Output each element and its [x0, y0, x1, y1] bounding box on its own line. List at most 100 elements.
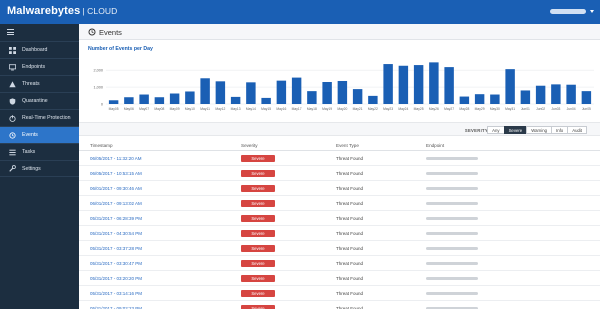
timestamp-link[interactable]: 06/05/2017 - 11:32:20 AM: [90, 156, 141, 161]
x-tick-label: Jun05: [582, 107, 591, 111]
timestamp-link[interactable]: 05/31/2017 - 06:28:39 PM: [90, 216, 142, 221]
timestamp-link[interactable]: 06/05/2017 - 10:53:15 AM: [90, 171, 142, 176]
event-type: Threat Found: [336, 245, 364, 251]
chart-bar[interactable]: [322, 82, 332, 104]
table-row[interactable]: 06/05/2017 - 11:32:20 AM Severe Threat Fou…: [79, 151, 600, 166]
chart-bar[interactable]: [154, 97, 165, 104]
sidebar-item-settings[interactable]: Settings: [0, 160, 79, 177]
table-row[interactable]: 05/31/2017 - 03:20:20 PM Severe Threat Fou…: [79, 271, 600, 286]
severity-severe-button[interactable]: Severe: [503, 126, 528, 134]
chart-bar[interactable]: [276, 80, 287, 104]
chart-bar[interactable]: [459, 96, 470, 104]
sidebar-item-quarantine[interactable]: Quarantine: [0, 92, 79, 109]
sidebar-item-threats[interactable]: Threats: [0, 75, 79, 92]
endpoint-name-redacted[interactable]: [426, 157, 478, 160]
endpoint-name-redacted[interactable]: [426, 262, 478, 265]
chart-bar[interactable]: [535, 85, 546, 104]
chart-bar[interactable]: [108, 100, 119, 104]
chart-bar[interactable]: [368, 95, 378, 104]
timestamp-link[interactable]: 06/01/2017 - 09:30:46 AM: [90, 186, 142, 191]
table-row[interactable]: 05/31/2017 - 03:37:28 PM Severe Threat Fou…: [79, 241, 600, 256]
user-menu[interactable]: [550, 9, 586, 14]
brand-logo[interactable]: Malwarebytes | CLOUD: [7, 5, 117, 17]
chart-bar[interactable]: [444, 67, 454, 104]
chart-bar[interactable]: [520, 90, 531, 104]
x-tick-label: May20: [337, 107, 347, 111]
sidebar-item-label: Dashboard: [22, 47, 48, 53]
table-row[interactable]: 05/31/2017 - 04:30:54 PM Severe Threat Fou…: [79, 226, 600, 241]
column-header-timestamp[interactable]: Timestamp: [90, 143, 113, 148]
chart-bar[interactable]: [398, 65, 409, 104]
timestamp-link[interactable]: 05/31/2017 - 03:20:20 PM: [90, 276, 142, 281]
severity-audit-button[interactable]: Audit: [567, 126, 587, 134]
x-tick-label: May30: [490, 107, 500, 111]
top-bar: Malwarebytes | CLOUD: [0, 0, 600, 24]
severity-warning-button[interactable]: Warning: [526, 126, 553, 134]
table-row[interactable]: 05/31/2017 - 06:28:39 PM Severe Threat Fou…: [79, 211, 600, 226]
table-row[interactable]: 05/31/2017 - 03:14:16 PM Severe Threat Fou…: [79, 286, 600, 301]
column-header-event-type[interactable]: Event Type: [336, 143, 359, 148]
severity-any-button[interactable]: Any: [487, 126, 505, 134]
table-row[interactable]: 05/31/2017 - 03:30:47 PM Severe Threat Fou…: [79, 256, 600, 271]
chart-bar[interactable]: [200, 78, 210, 104]
chart-bar[interactable]: [429, 62, 439, 104]
timestamp-link[interactable]: 05/31/2017 - 03:37:28 PM: [90, 246, 142, 251]
table-row[interactable]: 06/01/2017 - 09:30:46 AM Severe Threat Fou…: [79, 181, 600, 196]
chart-bar[interactable]: [383, 64, 393, 104]
endpoint-name-redacted[interactable]: [426, 202, 478, 205]
chart-bar[interactable]: [413, 65, 424, 104]
event-type: Threat Found: [336, 305, 364, 309]
x-tick-label: May26: [429, 107, 439, 111]
table-row[interactable]: 06/05/2017 - 10:53:15 AM Severe Threat Fou…: [79, 166, 600, 181]
sidebar-item-real-time-protection[interactable]: Real-Time Protection: [0, 109, 79, 126]
timestamp-link[interactable]: 05/31/2017 - 09:02:23 PM: [90, 306, 142, 309]
chart-bar[interactable]: [230, 96, 241, 104]
chart-bar[interactable]: [169, 93, 180, 104]
table-row[interactable]: 06/01/2017 - 09:13:02 AM Severe Threat Fou…: [79, 196, 600, 211]
sidebar-item-events[interactable]: Events: [0, 126, 79, 143]
chart-bar[interactable]: [337, 80, 348, 104]
column-header-endpoint[interactable]: Endpoint: [426, 143, 444, 148]
chart-bar[interactable]: [139, 94, 149, 104]
history-icon: [88, 28, 96, 36]
chevron-down-icon[interactable]: [590, 10, 594, 13]
endpoint-name-redacted[interactable]: [426, 292, 478, 295]
timestamp-link[interactable]: 05/31/2017 - 04:30:54 PM: [90, 231, 142, 236]
endpoint-name-redacted[interactable]: [426, 217, 478, 220]
sidebar-item-tasks[interactable]: Tasks: [0, 143, 79, 160]
severity-info-button[interactable]: Info: [551, 126, 569, 134]
endpoint-name-redacted[interactable]: [426, 172, 478, 175]
chart-bar[interactable]: [307, 91, 317, 104]
chart-bar[interactable]: [215, 81, 226, 104]
x-tick-label: May08: [154, 107, 164, 111]
endpoint-name-redacted[interactable]: [426, 277, 478, 280]
chart-bar[interactable]: [581, 91, 592, 104]
chart-bar[interactable]: [246, 82, 256, 104]
hamburger-menu-icon[interactable]: [7, 29, 14, 35]
sidebar-item-endpoints[interactable]: Endpoints: [0, 58, 79, 75]
chart-bar[interactable]: [124, 97, 134, 104]
chart-bar[interactable]: [352, 89, 363, 104]
timestamp-link[interactable]: 05/31/2017 - 03:14:16 PM: [90, 291, 142, 296]
chart-bar[interactable]: [261, 97, 271, 104]
chart-bar[interactable]: [505, 69, 515, 104]
column-header-severity[interactable]: Severity: [241, 143, 258, 148]
chart-bar[interactable]: [185, 91, 195, 104]
endpoint-name-redacted[interactable]: [426, 247, 478, 250]
chart-bar[interactable]: [551, 84, 561, 104]
table-row[interactable]: 05/31/2017 - 09:02:23 PM Severe Threat Fou…: [79, 301, 600, 309]
chart-bar[interactable]: [490, 94, 500, 104]
severity-button-group: Any Severe Warning Info Audit: [487, 126, 587, 134]
x-tick-label: May15: [261, 107, 271, 111]
endpoint-name-redacted[interactable]: [426, 232, 478, 235]
chart-bar[interactable]: [566, 84, 576, 104]
event-type: Threat Found: [336, 185, 364, 191]
timestamp-link[interactable]: 05/31/2017 - 03:30:47 PM: [90, 261, 142, 266]
chart-bar[interactable]: [291, 77, 302, 104]
chart-bar[interactable]: [474, 94, 485, 104]
x-tick-label: May27: [444, 107, 454, 111]
timestamp-link[interactable]: 06/01/2017 - 09:13:02 AM: [90, 201, 142, 206]
sidebar-item-dashboard[interactable]: Dashboard: [0, 41, 79, 58]
endpoint-name-redacted[interactable]: [426, 187, 478, 190]
x-tick-label: May09: [170, 107, 180, 111]
